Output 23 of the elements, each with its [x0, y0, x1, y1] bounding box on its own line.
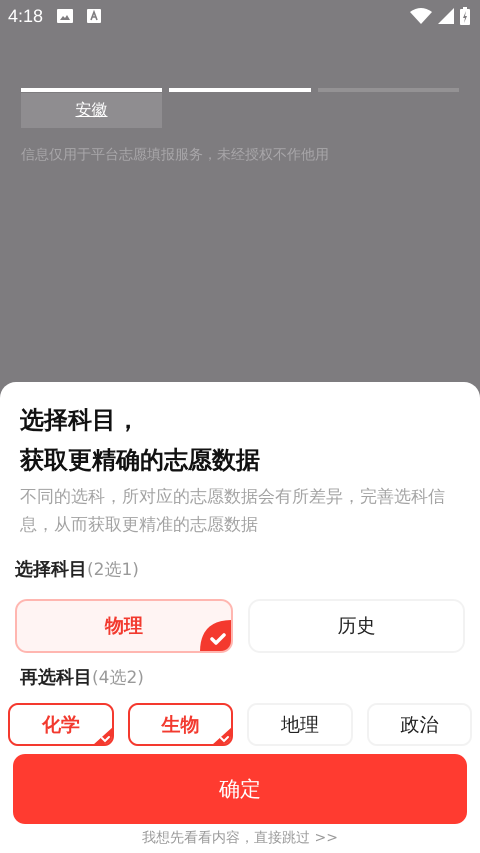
selection-hint: (4选2)	[92, 667, 144, 690]
selection-hint: (2选1)	[87, 559, 139, 582]
skip-link[interactable]: 我想先看看内容，直接跳过 >>	[142, 830, 338, 846]
check-icon	[200, 620, 230, 651]
subject-option[interactable]: 生物	[128, 703, 233, 746]
description-text: 不同的选科，所对应的志愿数据会有所差异，完善选科信息，从而获取更精准的志愿数据	[19, 486, 446, 537]
sheet-title: 获取更精确的志愿数据	[20, 445, 260, 476]
image-icon	[57, 9, 74, 23]
subject-option[interactable]: 地理	[247, 703, 352, 746]
province-selector[interactable]: 安徽	[21, 93, 162, 128]
subject-option[interactable]: 政治	[366, 703, 472, 746]
subject-option[interactable]: 历史	[248, 599, 465, 653]
confirm-button[interactable]: 确定	[13, 754, 467, 824]
notification-icon	[87, 9, 102, 23]
section-label: 选择科目	[15, 558, 87, 582]
signal-icon	[438, 8, 454, 24]
battery-icon	[460, 7, 470, 25]
subject-option[interactable]: 物理	[15, 599, 232, 653]
subject-option[interactable]: 化学	[8, 703, 114, 746]
status-time: 4:18	[8, 6, 44, 26]
section-label: 再选科目	[20, 666, 92, 690]
sheet-title: 选择科目，	[20, 405, 140, 436]
wifi-icon	[410, 8, 432, 24]
